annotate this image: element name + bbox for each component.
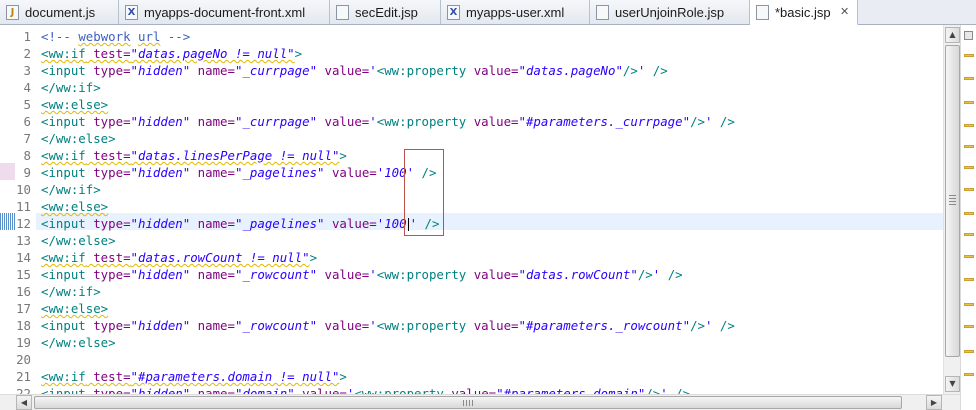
scroll-right-button[interactable]: ▶	[926, 395, 942, 410]
line-number: 11	[16, 199, 31, 214]
xml-file-icon: X	[125, 4, 138, 20]
tab-basic-jsp[interactable]: *basic.jsp ✕	[750, 0, 858, 25]
line-number: 13	[16, 233, 31, 248]
warning-marker[interactable]	[964, 145, 974, 148]
warning-marker[interactable]	[964, 101, 974, 104]
jsp-file-icon	[756, 4, 769, 20]
vertical-scrollbar[interactable]: ▲ ▼	[943, 25, 960, 394]
warning-marker[interactable]	[964, 233, 974, 236]
line-number: 7	[23, 131, 31, 146]
xml-file-icon: X	[447, 4, 460, 20]
overview-ruler[interactable]	[960, 25, 976, 410]
line-number: 12	[16, 216, 31, 231]
horizontal-scrollbar[interactable]: ◀ ▶	[0, 394, 960, 410]
scroll-down-button[interactable]: ▼	[945, 376, 960, 392]
tab-label: myapps-document-front.xml	[144, 4, 306, 20]
line-number: 20	[16, 352, 31, 367]
tab-myapps-user-xml[interactable]: X myapps-user.xml	[441, 0, 590, 24]
jsp-file-icon	[596, 4, 609, 20]
line-number: 14	[16, 250, 31, 265]
code-editor[interactable]: 1 <!-- webwork url --> 2 <ww:if test="data…	[0, 25, 943, 394]
scroll-left-button[interactable]: ◀	[16, 395, 32, 410]
line-number: 5	[23, 97, 31, 112]
highlight-annotation-box	[404, 149, 444, 236]
warning-marker[interactable]	[964, 278, 974, 281]
line-number: 19	[16, 335, 31, 350]
tab-label: userUnjoinRole.jsp	[615, 4, 725, 20]
line-number: 2	[23, 46, 31, 61]
line-number: 3	[23, 63, 31, 78]
tab-document-js[interactable]: J document.js	[0, 0, 119, 24]
tab-myapps-document-front-xml[interactable]: X myapps-document-front.xml	[119, 0, 330, 24]
close-tab-icon[interactable]: ✕	[839, 6, 851, 18]
line-number: 6	[23, 114, 31, 129]
editor-tab-bar: J document.js X myapps-document-front.xm…	[0, 0, 976, 25]
warning-marker[interactable]	[964, 303, 974, 306]
line-number: 4	[23, 80, 31, 95]
line-number: 21	[16, 369, 31, 384]
warning-marker[interactable]	[964, 54, 974, 57]
line-number: 17	[16, 301, 31, 316]
tab-label: secEdit.jsp	[355, 4, 418, 20]
tab-secedit-jsp[interactable]: secEdit.jsp	[330, 0, 441, 24]
line-number: 22	[16, 386, 31, 394]
tab-userunjoinrole-jsp[interactable]: userUnjoinRole.jsp	[590, 0, 750, 24]
line-number: 16	[16, 284, 31, 299]
warning-marker[interactable]	[964, 373, 974, 376]
overview-indicator-icon	[964, 31, 973, 40]
horizontal-scroll-thumb[interactable]	[34, 396, 902, 409]
jsp-file-icon	[336, 4, 349, 20]
scroll-up-button[interactable]: ▲	[945, 27, 960, 43]
warning-marker[interactable]	[964, 212, 974, 215]
tab-label: *basic.jsp	[775, 4, 831, 20]
warning-marker[interactable]	[964, 350, 974, 353]
warning-marker[interactable]	[964, 325, 974, 328]
warning-marker[interactable]	[964, 124, 974, 127]
line-number: 10	[16, 182, 31, 197]
js-file-icon: J	[6, 4, 19, 20]
line-number: 15	[16, 267, 31, 282]
line-number: 8	[23, 148, 31, 163]
line-number: 9	[23, 165, 31, 180]
warning-marker[interactable]	[964, 166, 974, 169]
vertical-scroll-thumb[interactable]	[945, 45, 960, 357]
warning-marker[interactable]	[964, 255, 974, 258]
warning-marker[interactable]	[964, 188, 974, 191]
line-number: 1	[23, 29, 31, 44]
line-number: 18	[16, 318, 31, 333]
warning-marker[interactable]	[964, 77, 974, 80]
tab-label: myapps-user.xml	[466, 4, 565, 20]
tab-label: document.js	[25, 4, 96, 20]
